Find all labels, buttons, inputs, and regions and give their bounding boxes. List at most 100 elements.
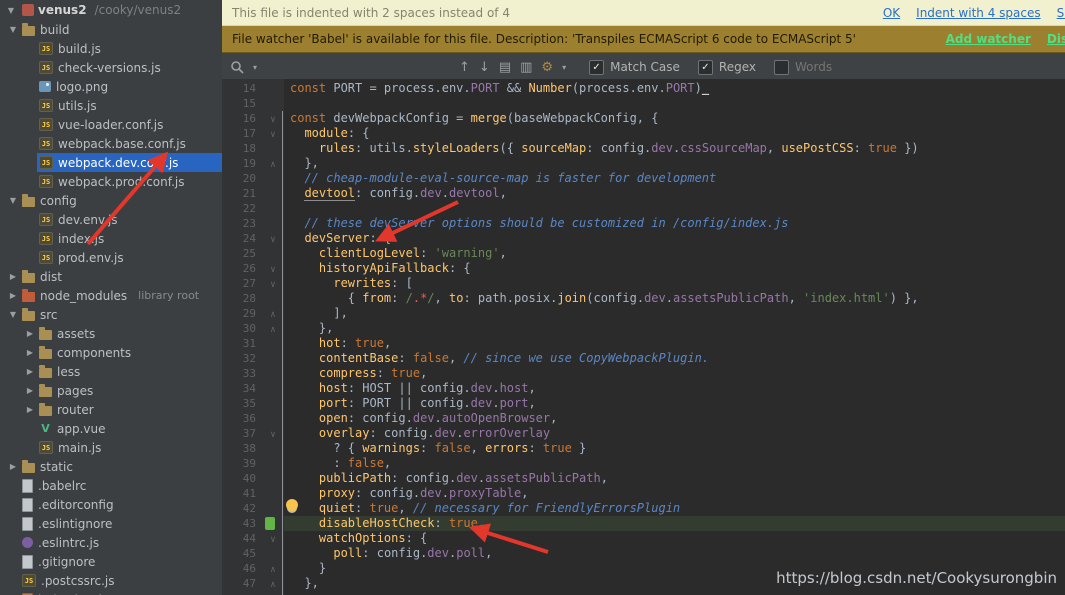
tree-item-router[interactable]: ▶ router bbox=[0, 400, 222, 419]
search-history-caret-icon[interactable]: ▾ bbox=[253, 63, 257, 72]
words-option[interactable]: Words bbox=[773, 59, 832, 75]
intention-bulb-icon[interactable] bbox=[286, 499, 298, 511]
tree-item-vue-loader-conf-js[interactable]: JS vue-loader.conf.js bbox=[0, 115, 222, 134]
code-line-25[interactable]: 25 clientLogLevel: 'warning', bbox=[222, 246, 1065, 261]
fold-collapse-icon[interactable]: ∨ bbox=[262, 231, 284, 246]
project-root[interactable]: ▼ venus2 /cooky/venus2 bbox=[0, 0, 222, 20]
tree-item-eslintrc-js[interactable]: .eslintrc.js bbox=[0, 533, 222, 552]
code-line-44[interactable]: 44 ∨ watchOptions: { bbox=[222, 531, 1065, 546]
indent-with-4-spaces-link[interactable]: Indent with 4 spaces bbox=[916, 6, 1040, 20]
fold-collapse-icon[interactable]: ∨ bbox=[262, 426, 284, 441]
tree-item-pages[interactable]: ▶ pages bbox=[0, 381, 222, 400]
chevron-down-icon[interactable]: ▼ bbox=[6, 196, 20, 205]
chevron-right-icon[interactable]: ▶ bbox=[23, 367, 37, 376]
tree-item-static[interactable]: ▶ static bbox=[0, 457, 222, 476]
fold-collapse-icon[interactable]: ∨ bbox=[262, 126, 284, 141]
code-line-21[interactable]: 21 devtool: config.dev.devtool, bbox=[222, 186, 1065, 201]
tree-item-index-html[interactable]: index.html bbox=[0, 590, 222, 595]
tree-item-src[interactable]: ▼ src bbox=[0, 305, 222, 324]
tree-item-app-vue[interactable]: Vapp.vue bbox=[0, 419, 222, 438]
code-line-29[interactable]: 29 ∧ ], bbox=[222, 306, 1065, 321]
chevron-right-icon[interactable]: ▶ bbox=[6, 272, 20, 281]
code-line-17[interactable]: 17 ∨ module: { bbox=[222, 126, 1065, 141]
code-line-40[interactable]: 40 publicPath: config.dev.assetsPublicPa… bbox=[222, 471, 1065, 486]
chevron-down-icon[interactable]: ▼ bbox=[6, 310, 20, 319]
code-line-34[interactable]: 34 host: HOST || config.dev.host, bbox=[222, 381, 1065, 396]
code-line-28[interactable]: 28 { from: /.*/, to: path.posix.join(con… bbox=[222, 291, 1065, 306]
code-line-18[interactable]: 18 rules: utils.styleLoaders({ sourceMap… bbox=[222, 141, 1065, 156]
gear-icon[interactable]: ⚙ bbox=[541, 61, 553, 74]
code-line-15[interactable]: 15 bbox=[222, 96, 1065, 111]
code-line-19[interactable]: 19 ∧ }, bbox=[222, 156, 1065, 171]
tree-item-webpack-prod-conf-js[interactable]: JS webpack.prod.conf.js bbox=[0, 172, 222, 191]
fold-collapse-icon[interactable]: ∨ bbox=[262, 276, 284, 291]
tree-item-components[interactable]: ▶ components bbox=[0, 343, 222, 362]
code-line-41[interactable]: 41 proxy: config.dev.proxyTable, bbox=[222, 486, 1065, 501]
code-line-14[interactable]: 14 const PORT = process.env.PORT && Numbe… bbox=[222, 81, 1065, 96]
tree-item-prod-env-js[interactable]: JS prod.env.js bbox=[0, 248, 222, 267]
fold-end-icon[interactable]: ∧ bbox=[262, 561, 284, 576]
find-all-icon[interactable]: ▤ bbox=[499, 61, 511, 74]
code-line-38[interactable]: 38 ? { warnings: false, errors: true } bbox=[222, 441, 1065, 456]
chevron-right-icon[interactable]: ▶ bbox=[23, 405, 37, 414]
code-line-23[interactable]: 23 // these devServer options should be … bbox=[222, 216, 1065, 231]
code-line-39[interactable]: 39 : false, bbox=[222, 456, 1065, 471]
chevron-right-icon[interactable]: ▶ bbox=[6, 462, 20, 471]
dismiss-link[interactable]: Dismiss bbox=[1047, 32, 1065, 46]
tree-item-logo-png[interactable]: logo.png bbox=[0, 77, 222, 96]
tree-item-editorconfig[interactable]: .editorconfig bbox=[0, 495, 222, 514]
gear-caret-icon[interactable]: ▾ bbox=[562, 63, 566, 72]
tree-item-eslintignore[interactable]: .eslintignore bbox=[0, 514, 222, 533]
add-watcher-link[interactable]: Add watcher bbox=[946, 32, 1031, 46]
next-occurrence-icon[interactable]: ↓ bbox=[479, 61, 490, 74]
chevron-right-icon[interactable]: ▶ bbox=[23, 386, 37, 395]
match-case-checkbox[interactable]: ✓ bbox=[589, 59, 605, 75]
filter-icon[interactable]: ▥ bbox=[520, 61, 532, 74]
ok-link[interactable]: OK bbox=[883, 6, 900, 20]
code-line-35[interactable]: 35 port: PORT || config.dev.port, bbox=[222, 396, 1065, 411]
match-case-option[interactable]: ✓ Match Case bbox=[589, 59, 680, 75]
tree-item-babelrc[interactable]: .babelrc bbox=[0, 476, 222, 495]
tree-item-dist[interactable]: ▶ dist bbox=[0, 267, 222, 286]
fold-collapse-icon[interactable]: ∨ bbox=[262, 261, 284, 276]
fold-end-icon[interactable]: ∧ bbox=[262, 321, 284, 336]
code-line-26[interactable]: 26 ∨ historyApiFallback: { bbox=[222, 261, 1065, 276]
chevron-right-icon[interactable]: ▶ bbox=[23, 348, 37, 357]
tree-item-dev-env-js[interactable]: JS dev.env.js bbox=[0, 210, 222, 229]
code-line-33[interactable]: 33 compress: true, bbox=[222, 366, 1065, 381]
code-line-31[interactable]: 31 hot: true, bbox=[222, 336, 1065, 351]
tree-item-gitignore[interactable]: .gitignore bbox=[0, 552, 222, 571]
code-line-16[interactable]: 16 ∨ const devWebpackConfig = merge(baseWe… bbox=[222, 111, 1065, 126]
fold-end-icon[interactable]: ∧ bbox=[262, 306, 284, 321]
regex-checkbox[interactable]: ✓ bbox=[697, 59, 713, 75]
show-link[interactable]: Show bbox=[1057, 6, 1065, 20]
code-line-22[interactable]: 22 bbox=[222, 201, 1065, 216]
code-line-42[interactable]: 42 quiet: true, // necessary for Friendl… bbox=[222, 501, 1065, 516]
tree-item-webpack-base-conf-js[interactable]: JS webpack.base.conf.js bbox=[0, 134, 222, 153]
fold-collapse-icon[interactable]: ∨ bbox=[262, 531, 284, 546]
fold-end-icon[interactable]: ∧ bbox=[262, 576, 284, 591]
code-line-32[interactable]: 32 contentBase: false, // since we use C… bbox=[222, 351, 1065, 366]
previous-occurrence-icon[interactable]: ↑ bbox=[459, 61, 470, 74]
tree-item-config[interactable]: ▼ config bbox=[0, 191, 222, 210]
fold-end-icon[interactable]: ∧ bbox=[262, 156, 284, 171]
code-line-45[interactable]: 45 poll: config.dev.poll, bbox=[222, 546, 1065, 561]
chevron-down-icon[interactable]: ▼ bbox=[6, 25, 20, 34]
code-line-36[interactable]: 36 open: config.dev.autoOpenBrowser, bbox=[222, 411, 1065, 426]
code-line-24[interactable]: 24 ∨ devServer: { bbox=[222, 231, 1065, 246]
fold-collapse-icon[interactable]: ∨ bbox=[262, 111, 284, 126]
code-line-43[interactable]: 43 disableHostCheck: true, bbox=[222, 516, 1065, 531]
tree-item-less[interactable]: ▶ less bbox=[0, 362, 222, 381]
tree-item-utils-js[interactable]: JS utils.js bbox=[0, 96, 222, 115]
tree-item-check-versions-js[interactable]: JS check-versions.js bbox=[0, 58, 222, 77]
tree-item-webpack-dev-conf-js[interactable]: JS webpack.dev.conf.js bbox=[0, 153, 222, 172]
tree-item-build-js[interactable]: JS build.js bbox=[0, 39, 222, 58]
tree-item-index-js[interactable]: JS index.js bbox=[0, 229, 222, 248]
tree-item-main-js[interactable]: JS main.js bbox=[0, 438, 222, 457]
chevron-down-icon[interactable]: ▼ bbox=[4, 6, 18, 15]
regex-option[interactable]: ✓ Regex bbox=[697, 59, 756, 75]
tree-item-postcssrc-js[interactable]: JS .postcssrc.js bbox=[0, 571, 222, 590]
code-line-20[interactable]: 20 // cheap-module-eval-source-map is fa… bbox=[222, 171, 1065, 186]
tree-item-assets[interactable]: ▶ assets bbox=[0, 324, 222, 343]
code-line-37[interactable]: 37 ∨ overlay: config.dev.errorOverlay bbox=[222, 426, 1065, 441]
